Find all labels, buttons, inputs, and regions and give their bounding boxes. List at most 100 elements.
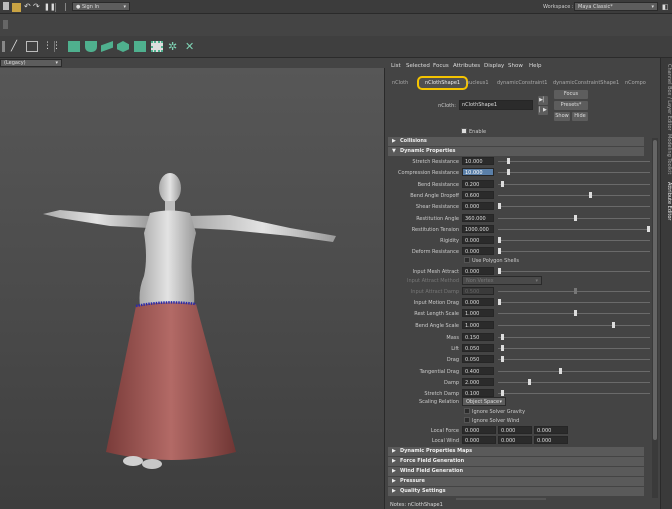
focus-button[interactable]: Focus	[554, 90, 588, 99]
attr-slider-knob[interactable]	[528, 379, 532, 385]
menu-attributes[interactable]: Attributes	[453, 63, 480, 69]
point-to-surface-icon[interactable]	[151, 41, 163, 52]
attr-slider-knob[interactable]	[498, 237, 501, 244]
hide-button[interactable]: Hide	[572, 112, 588, 121]
ncloth-cache-icon[interactable]	[117, 41, 129, 52]
create-ncloth-icon[interactable]	[68, 41, 80, 52]
tear-icon[interactable]: ✲	[168, 41, 180, 52]
attr-value-field[interactable]: 0.000	[462, 202, 494, 211]
node-name-field[interactable]: nClothShape1	[459, 100, 533, 110]
attr-value-field[interactable]: 0.150	[462, 333, 494, 341]
attr-slider[interactable]	[498, 203, 650, 210]
menu-help[interactable]: Help	[529, 63, 542, 69]
attr-slider[interactable]	[498, 237, 650, 244]
attr-slider[interactable]	[498, 322, 650, 328]
menu-focus[interactable]: Focus	[433, 63, 449, 69]
side-tab-attribute-editor[interactable]: Attribute Editor	[662, 182, 672, 220]
local-wind-y[interactable]: 0.000	[498, 436, 532, 444]
attr-slider[interactable]	[498, 345, 650, 351]
section-pressure[interactable]: ▶ Pressure	[388, 477, 644, 486]
attr-slider[interactable]	[498, 191, 650, 198]
nconstraint-icon[interactable]	[101, 41, 113, 52]
attr-slider-knob[interactable]	[498, 299, 501, 305]
attr-value-field[interactable]: 0.000	[462, 247, 494, 256]
tab-nclothshape1[interactable]: nClothShape1	[417, 76, 469, 90]
attr-value-field[interactable]: 1000.000	[462, 224, 494, 233]
menu-show[interactable]: Show	[508, 63, 523, 69]
attr-slider-knob[interactable]	[507, 169, 511, 176]
attr-value-field[interactable]: 1.000	[462, 309, 494, 317]
passive-collider-icon[interactable]	[85, 41, 97, 52]
notes-resize-handle[interactable]	[456, 498, 546, 500]
attr-slider[interactable]	[498, 214, 650, 221]
section-collisions[interactable]: ▶ Collisions	[388, 137, 644, 146]
attr-slider[interactable]	[498, 169, 650, 176]
side-tab-modeling-toolkit[interactable]: Modeling Toolkit	[662, 134, 672, 174]
local-force-y[interactable]: 0.000	[498, 426, 532, 434]
new-scene-icon[interactable]	[3, 2, 9, 10]
side-tab-channel-box[interactable]: Channel Box / Layer Editor	[662, 64, 672, 131]
use-polygon-shells-checkbox[interactable]	[464, 257, 470, 263]
ae-scrollbar-thumb[interactable]	[653, 140, 657, 440]
local-wind-z[interactable]: 0.000	[534, 436, 568, 444]
attr-value-field[interactable]: 0.200	[462, 179, 494, 188]
section-quality-settings[interactable]: ▶ Quality Settings	[388, 487, 644, 496]
attr-slider-knob[interactable]	[498, 203, 501, 210]
tab-dynamicconstraint1[interactable]: dynamicConstraint1	[494, 78, 550, 89]
enable-checkbox[interactable]	[461, 128, 467, 134]
attr-value-field[interactable]: 2.000	[462, 378, 494, 386]
snap-grid-icon[interactable]: ╱	[11, 41, 23, 52]
attr-slider-knob[interactable]	[501, 334, 505, 340]
attr-slider[interactable]	[498, 225, 650, 232]
attr-slider[interactable]	[498, 299, 650, 305]
panel-dropdown[interactable]: (Legacy) ▾	[0, 59, 62, 67]
attr-value-field[interactable]: 0.050	[462, 344, 494, 352]
attr-value-field[interactable]: 0.000	[462, 267, 494, 275]
attr-value-field[interactable]: 10.000	[462, 168, 494, 177]
section-dynamic-properties-maps[interactable]: ▶ Dynamic Properties Maps	[388, 447, 644, 456]
scaling-relation-dropdown[interactable]: Object Space ▾	[462, 397, 506, 406]
menu-selected[interactable]: Selected	[406, 63, 430, 69]
workspace-lock-icon[interactable]: ◧	[662, 3, 671, 12]
attr-value-field[interactable]: 0.000	[462, 236, 494, 245]
toolbar-expander[interactable]: |	[64, 3, 70, 12]
tab-dynamicconstraintshape1[interactable]: dynamicConstraintShape1	[550, 78, 622, 89]
section-force-field-generation[interactable]: ▶ Force Field Generation	[388, 457, 644, 466]
attr-slider-knob[interactable]	[498, 268, 501, 274]
remove-constraint-icon[interactable]: ✕	[185, 41, 197, 52]
attr-value-field[interactable]: 360.000	[462, 213, 494, 222]
open-scene-icon[interactable]	[12, 3, 21, 12]
ignore-gravity-checkbox[interactable]	[464, 408, 470, 414]
attr-slider[interactable]	[498, 390, 650, 396]
go-to-output-icon[interactable]: ▏▶	[538, 106, 548, 115]
local-force-x[interactable]: 0.000	[462, 426, 496, 434]
menu-display[interactable]: Display	[484, 63, 504, 69]
attr-value-field[interactable]: 0.050	[462, 355, 494, 363]
attr-slider[interactable]	[498, 368, 650, 374]
show-button[interactable]: Show	[554, 112, 570, 121]
attr-value-field[interactable]: 10.000	[462, 157, 494, 165]
snap-curve-icon[interactable]	[26, 41, 38, 52]
attr-slider[interactable]	[498, 180, 650, 187]
attr-slider-knob[interactable]	[574, 310, 577, 316]
tab-ncloth[interactable]: nCloth	[389, 78, 411, 89]
presets-button[interactable]: Presets*	[554, 101, 588, 110]
attr-slider[interactable]	[498, 310, 650, 316]
attr-slider-knob[interactable]	[574, 214, 577, 221]
attr-slider-knob[interactable]	[501, 345, 505, 351]
shelf-handle[interactable]	[2, 41, 5, 52]
undo-icon[interactable]: ↶	[24, 3, 33, 12]
attr-slider[interactable]	[498, 379, 650, 385]
ignore-wind-checkbox[interactable]	[464, 417, 470, 423]
attr-slider-knob[interactable]	[558, 368, 562, 374]
sign-in-dropdown[interactable]: ● Sign In ▾	[72, 2, 130, 11]
attr-slider[interactable]	[498, 248, 650, 255]
attr-slider-knob[interactable]	[647, 225, 650, 232]
tab-nucleus1[interactable]: nucleus1	[463, 78, 492, 89]
attr-slider[interactable]	[498, 158, 650, 164]
tab-ncompo[interactable]: nCompo	[622, 78, 649, 89]
section-dynamic-properties[interactable]: ▼ Dynamic Properties	[388, 147, 644, 156]
menu-list[interactable]: List	[391, 63, 401, 69]
attr-value-field[interactable]: 0.100	[462, 389, 494, 397]
workspace-dropdown[interactable]: Maya Classic* ▾	[574, 2, 658, 11]
